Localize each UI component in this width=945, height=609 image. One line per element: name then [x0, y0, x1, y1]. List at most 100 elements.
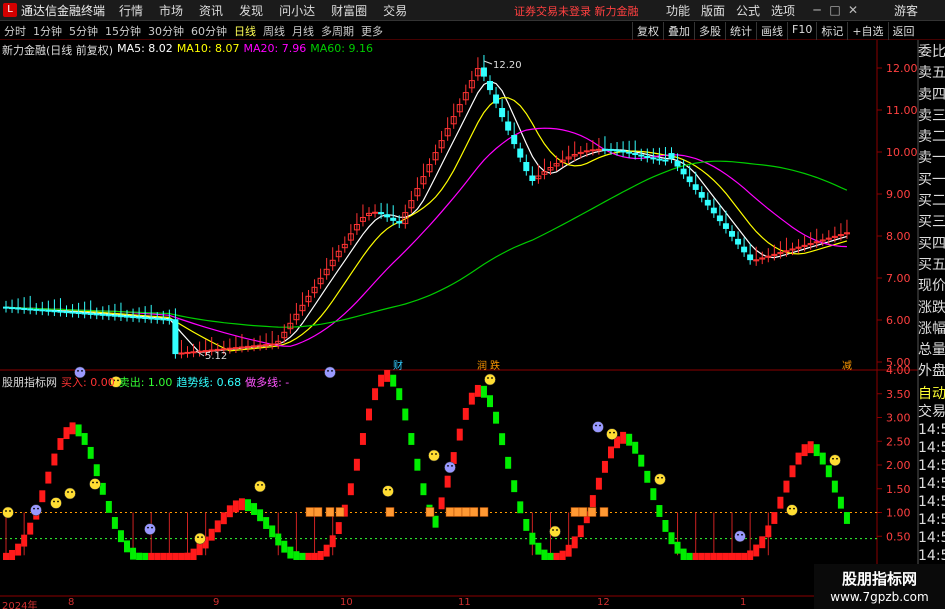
signal-face-eye [92, 481, 94, 484]
period-weekly[interactable]: 周线 [263, 23, 285, 39]
login-status[interactable]: 证券交易未登录 新力金融 [514, 3, 639, 19]
candle-body [257, 344, 264, 347]
indicator-bar [656, 505, 663, 517]
menu-caifuquan[interactable]: 财富圈 [331, 2, 367, 19]
period-1min[interactable]: 1分钟 [33, 23, 62, 39]
period-monthly[interactable]: 月线 [292, 23, 314, 39]
period-15min[interactable]: 15分钟 [105, 23, 141, 39]
signal-face-eye [257, 483, 259, 486]
event-marker-jian[interactable]: 减 [842, 360, 852, 372]
signal-face-eye [197, 536, 199, 539]
indicator-bar [438, 497, 445, 510]
menu-gongneng[interactable]: 功能 [666, 2, 690, 19]
auto-trade-label-2[interactable]: 交易 [918, 403, 945, 421]
menu-shichang[interactable]: 市场 [159, 2, 183, 19]
signal-face-icon [829, 454, 841, 466]
menu-wenxiaoda[interactable]: 问小达 [279, 2, 315, 19]
period-30min[interactable]: 30分钟 [148, 23, 184, 39]
menu-hangqing[interactable]: 行情 [119, 2, 143, 19]
chart-header: 新力金融(日线 前复权) MA5: 8.02 MA10: 8.07 MA20: … [2, 42, 377, 57]
indicator-bar [353, 458, 360, 471]
period-5min[interactable]: 5分钟 [69, 23, 98, 39]
tongji-button[interactable]: 统计 [725, 22, 756, 40]
auto-trade-label-1[interactable]: 自动 [918, 385, 945, 403]
indicator-bar [487, 395, 493, 408]
period-multi[interactable]: 多周期 [321, 23, 354, 39]
watermark-url: www.7gpzb.com [830, 590, 929, 604]
candle-body [644, 156, 651, 159]
candle-body [741, 246, 748, 253]
indicator-bar [626, 433, 633, 446]
indicator-bar [190, 548, 197, 560]
event-marker-cai[interactable]: 财 [393, 359, 403, 372]
period-daily[interactable]: 日线 [234, 23, 256, 39]
menu-jiaoyi[interactable]: 交易 [383, 2, 407, 19]
close-icon[interactable]: ✕ [844, 3, 862, 17]
signal-face-eye [96, 481, 98, 484]
signal-face-eye [261, 483, 263, 486]
indicator-bar [21, 534, 28, 547]
menu-gongshi[interactable]: 公式 [736, 2, 760, 19]
minimize-icon[interactable]: ─ [808, 3, 826, 17]
back-button[interactable]: 返回 [887, 22, 919, 40]
indicator-bar [771, 512, 778, 524]
stock-name[interactable]: 新力金融(日线 前复权) [2, 42, 113, 57]
candle-body [686, 176, 693, 183]
indicator-bar [402, 408, 409, 421]
buy-signal-block [570, 507, 580, 517]
period-more[interactable]: 更多 [361, 23, 383, 39]
candle-body [583, 150, 590, 153]
duogu-button[interactable]: 多股 [694, 22, 725, 40]
app-title: 通达信金融终端 [21, 3, 106, 18]
candle-body [674, 160, 681, 167]
event-marker-run[interactable]: 润 [477, 359, 487, 372]
biaoji-button[interactable]: 标记 [816, 22, 847, 40]
menu-zixun[interactable]: 资讯 [199, 2, 223, 19]
guest-button[interactable]: 游客 [894, 2, 918, 19]
menu-faxian[interactable]: 发现 [239, 2, 263, 19]
indicator-bar [117, 530, 124, 543]
indicator-bar [408, 433, 415, 445]
indicator-bar [716, 552, 723, 560]
fuquan-button[interactable]: 复权 [632, 22, 663, 40]
signal-face-icon [428, 449, 440, 462]
candle-body [263, 344, 270, 347]
indicator-bar [462, 407, 469, 420]
date-label-dec: 12 [597, 597, 610, 608]
candle-body [15, 307, 22, 310]
indicator-bar [753, 544, 760, 557]
candle-body [130, 316, 137, 319]
signal-face-icon [89, 478, 101, 490]
maximize-icon[interactable]: □ [826, 3, 844, 17]
candle-body [523, 162, 530, 172]
signal-face-eye [33, 507, 35, 510]
kline-chart-area[interactable]: 12.0011.0010.009.008.007.006.005.00 12.2… [0, 40, 945, 597]
candle-body [220, 348, 227, 351]
add-watchlist-button[interactable]: +自选 [847, 22, 887, 40]
price-tick-label: 12.00 [886, 62, 918, 75]
menu-xuanxiang[interactable]: 选项 [771, 2, 795, 19]
diejia-button[interactable]: 叠加 [663, 22, 694, 40]
period-fenshi[interactable]: 分时 [4, 23, 26, 39]
indicator-bar [105, 500, 112, 513]
signal-face-eye [552, 529, 554, 531]
signal-face-eye [556, 529, 558, 531]
period-60min[interactable]: 60分钟 [191, 23, 227, 39]
candle-body [232, 347, 239, 350]
order-panel: 委比 卖五 卖四 卖三 卖二 卖一 买一 买二 买三 买四 买五 现价 涨跌 涨… [918, 42, 945, 383]
indicator-bar [801, 444, 808, 457]
candle-body [608, 148, 614, 151]
indicator-name[interactable]: 股朋指标网 [2, 374, 57, 389]
indicator-bar [601, 460, 608, 473]
trade-time-row: 14:56 [918, 422, 945, 438]
signal-face-eye [77, 369, 79, 372]
indicator-bar [184, 552, 191, 560]
price-tick-label: 7.00 [886, 272, 911, 285]
op-buy4: 买四 [918, 235, 945, 252]
event-marker-die[interactable]: 跌 [490, 359, 500, 372]
huaxian-button[interactable]: 画线 [756, 22, 787, 40]
signal-face-icon [444, 461, 456, 474]
signal-face-icon [64, 487, 76, 500]
menu-banmian[interactable]: 版面 [701, 2, 725, 19]
f10-button[interactable]: F10 [787, 22, 816, 40]
